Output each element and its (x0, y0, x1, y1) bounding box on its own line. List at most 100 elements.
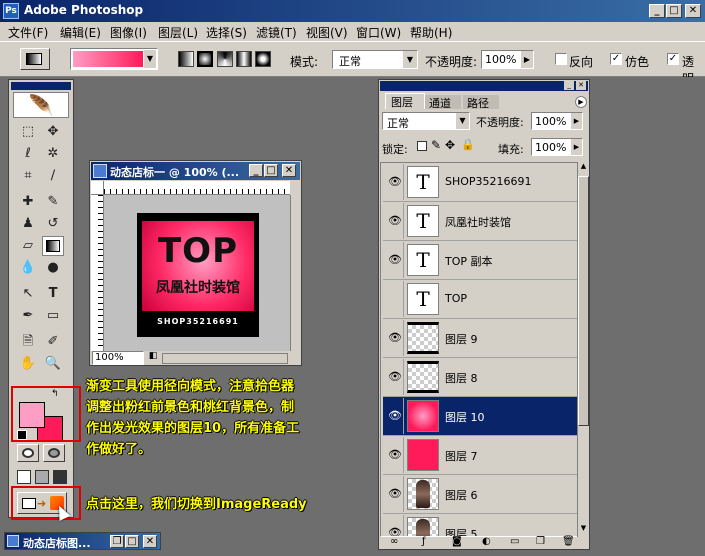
visibility-toggle[interactable]: 👁 (384, 164, 404, 200)
restore-button[interactable]: ❐ (110, 535, 124, 548)
menu-file[interactable]: 文件(F) (8, 24, 48, 41)
healing-brush-icon[interactable]: ✚ (17, 192, 39, 212)
layer-style-icon[interactable]: ƒ (422, 536, 426, 547)
menu-view[interactable]: 视图(V) (306, 24, 348, 41)
layer-row[interactable]: 👁 图层 5 (383, 514, 577, 536)
menu-select[interactable]: 选择(S) (206, 24, 247, 41)
doc-minimize-button[interactable]: _ (249, 164, 263, 177)
minimize-button[interactable]: _ (649, 4, 665, 18)
lasso-tool-icon[interactable]: ℓ (17, 144, 39, 164)
vertical-scrollbar[interactable] (290, 195, 301, 351)
visibility-toggle[interactable]: 👁 (384, 437, 404, 473)
type-tool-icon[interactable]: T (42, 284, 64, 304)
menu-window[interactable]: 窗口(W) (356, 24, 401, 41)
lock-paint-icon[interactable]: ✎ (431, 138, 441, 152)
layer-row[interactable]: 👁 图层 7 (383, 436, 577, 475)
layers-scrollbar[interactable]: ▲ ▼ (577, 162, 589, 537)
menu-layer[interactable]: 图层(L) (158, 24, 198, 41)
visibility-toggle[interactable]: 👁 (384, 476, 404, 512)
eyedropper-icon[interactable]: ✐ (42, 332, 64, 352)
chevron-down-icon[interactable]: ▼ (144, 50, 156, 68)
new-group-icon[interactable]: ▭ (510, 536, 519, 547)
chevron-right-icon[interactable]: ▶ (521, 51, 533, 68)
blend-mode-select[interactable]: 正常 ▼ (382, 112, 470, 130)
menu-image[interactable]: 图像(I) (110, 24, 147, 41)
fill-field[interactable]: 100% ▶ (531, 138, 583, 156)
crop-tool-icon[interactable]: ⌗ (17, 166, 39, 186)
palette-minimize-button[interactable]: _ (564, 81, 574, 90)
chevron-down-icon[interactable]: ▼ (456, 113, 469, 129)
chevron-down-icon[interactable]: ▼ (403, 51, 417, 68)
visibility-toggle[interactable]: 👁 (384, 203, 404, 239)
layer-row[interactable]: T TOP (383, 280, 577, 319)
lock-transparency-icon[interactable] (417, 141, 427, 151)
magic-wand-icon[interactable]: ✲ (42, 144, 64, 164)
history-brush-icon[interactable]: ↺ (42, 214, 64, 234)
scroll-thumb[interactable] (578, 176, 589, 426)
link-layers-icon[interactable]: ∞ (390, 536, 398, 547)
palette-close-button[interactable]: ✕ (576, 81, 586, 90)
feather-logo-icon[interactable]: 🪶 (13, 92, 69, 118)
visibility-toggle[interactable] (384, 281, 404, 317)
transparency-checkbox[interactable]: ✓ (667, 53, 679, 65)
layer-row[interactable]: 👁 T SHOP35216691 (383, 163, 577, 202)
trash-icon[interactable]: 🗑 (562, 536, 575, 547)
tab-channels[interactable]: 通道 (425, 95, 461, 110)
screen-mode-standard-icon[interactable] (17, 470, 31, 484)
eraser-tool-icon[interactable]: ▱ (17, 236, 39, 256)
new-layer-icon[interactable]: ❐ (536, 536, 545, 547)
layer-row[interactable]: 👁 T TOP 副本 (383, 241, 577, 280)
layer-row[interactable]: 👁 图层 6 (383, 475, 577, 514)
layer-row[interactable]: 👁 图层 8 (383, 358, 577, 397)
adjustment-layer-icon[interactable]: ◐ (482, 536, 491, 547)
minimized-document[interactable]: 动态店标图... ❐ □ ✕ (4, 532, 161, 550)
quick-mask-icon[interactable] (43, 444, 65, 462)
scroll-down-icon[interactable]: ▼ (578, 524, 589, 536)
linear-gradient-icon[interactable] (178, 51, 194, 67)
menu-filter[interactable]: 滤镜(T) (256, 24, 297, 41)
layer-row[interactable]: 👁 图层 10 (383, 397, 577, 436)
gradient-picker[interactable]: ▼ (70, 48, 158, 70)
screen-mode-full-icon[interactable] (53, 470, 67, 484)
zoom-tool-icon[interactable]: 🔍 (42, 354, 64, 374)
lock-move-icon[interactable]: ✥ (445, 138, 455, 152)
palette-menu-icon[interactable]: ▶ (575, 96, 587, 108)
tab-paths[interactable]: 路径 (463, 95, 499, 110)
layer-mask-icon[interactable]: ◙ (452, 536, 462, 547)
close-button[interactable]: ✕ (143, 535, 157, 548)
chevron-right-icon[interactable]: ▶ (571, 139, 582, 155)
path-select-icon[interactable]: ↖ (17, 284, 39, 304)
ruler-origin[interactable] (91, 181, 104, 195)
close-button[interactable]: ✕ (685, 4, 701, 18)
visibility-toggle[interactable]: 👁 (384, 320, 404, 356)
chevron-right-icon[interactable]: ▶ (571, 113, 582, 129)
blur-tool-icon[interactable]: 💧 (17, 258, 39, 278)
dodge-tool-icon[interactable]: ● (42, 258, 64, 278)
radial-gradient-icon[interactable] (197, 51, 213, 67)
menu-edit[interactable]: 编辑(E) (60, 24, 101, 41)
reverse-checkbox[interactable] (555, 53, 567, 65)
angle-gradient-icon[interactable] (217, 51, 233, 67)
pen-tool-icon[interactable]: ✒ (17, 306, 39, 326)
slice-tool-icon[interactable]: ∕ (42, 166, 64, 186)
dither-checkbox[interactable]: ✓ (610, 53, 622, 65)
reflected-gradient-icon[interactable] (236, 51, 252, 67)
status-menu-icon[interactable]: ◧ (146, 351, 160, 365)
move-tool-icon[interactable]: ✥ (42, 122, 64, 142)
opacity-field[interactable]: 100% ▶ (481, 50, 534, 69)
layer-row[interactable]: 👁 T 凤凰社时装馆 (383, 202, 577, 241)
hand-tool-icon[interactable]: ✋ (17, 354, 39, 374)
shape-tool-icon[interactable]: ▭ (42, 306, 64, 326)
screen-mode-full-menu-icon[interactable] (35, 470, 49, 484)
marquee-tool-icon[interactable]: ⬚ (17, 122, 39, 142)
scroll-up-icon[interactable]: ▲ (578, 162, 589, 174)
standard-mode-icon[interactable] (17, 444, 39, 462)
maximize-button[interactable]: □ (125, 535, 139, 548)
visibility-toggle[interactable]: 👁 (384, 242, 404, 278)
doc-maximize-button[interactable]: □ (264, 164, 278, 177)
zoom-field[interactable]: 100% (92, 351, 144, 365)
horizontal-scrollbar[interactable] (162, 353, 288, 364)
layer-row[interactable]: 👁 图层 9 (383, 319, 577, 358)
doc-close-button[interactable]: ✕ (282, 164, 296, 177)
lock-all-icon[interactable]: 🔒 (461, 138, 475, 151)
